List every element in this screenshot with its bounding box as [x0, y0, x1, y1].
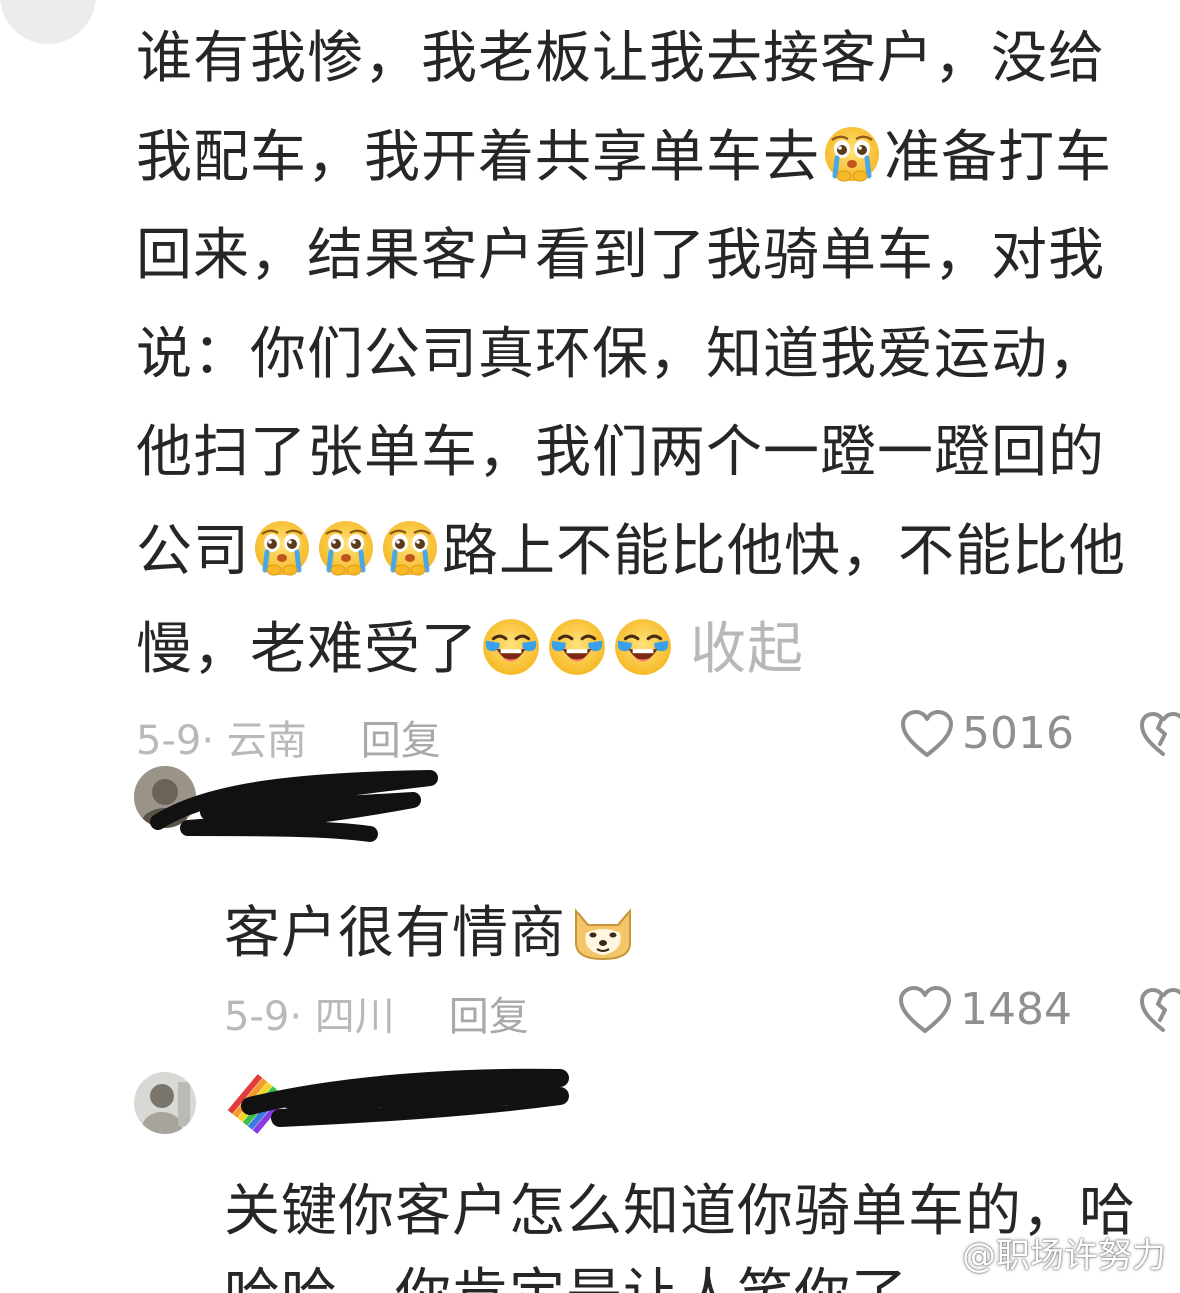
- comment-line: 说：你们公司真环保，知道我爱运动，: [136, 321, 1105, 387]
- reply-text-line: 哈哈，你肯定是让人笑你了: [224, 1258, 924, 1293]
- comment-meta: 5-9· 云南 回复: [136, 708, 441, 766]
- like-count: 5016: [962, 708, 1074, 759]
- avatar-photo: [134, 766, 196, 828]
- reply-button[interactable]: 回复: [449, 994, 529, 1040]
- comment-meta: 5-9· 四川 回复: [224, 984, 529, 1042]
- reply-text-clipped: 哈哈，你肯定是让人笑你了: [224, 1258, 924, 1293]
- like-count: 1484: [960, 984, 1072, 1035]
- like-button[interactable]: 5016: [900, 708, 1074, 759]
- comment-line: 回来，结果客户看到了我骑单车，对我: [136, 223, 1105, 288]
- weibo-icon: [911, 1239, 954, 1269]
- comment-line: 我配车，我开着共享单车去 准备打车: [136, 124, 1112, 190]
- comment-line: 他扫了张单车，我们两个一蹬一蹬回的: [136, 420, 1105, 485]
- pleading-cry-emoji: [252, 518, 312, 578]
- watermark: @职场许努力: [910, 1228, 1166, 1277]
- date-location: 5-9· 云南: [136, 718, 307, 764]
- avatar[interactable]: [134, 1072, 196, 1134]
- avatar[interactable]: [0, 0, 96, 44]
- pleading-cry-emoji: [822, 124, 882, 184]
- broken-heart-icon: [1140, 712, 1180, 756]
- comment-line: 谁有我惨，我老板让我去接客户，没给: [136, 26, 1105, 91]
- pleading-cry-emoji: [316, 518, 376, 578]
- broken-heart-icon: [1140, 988, 1180, 1032]
- comment-line: 公司 路上不能比他快，不能比他: [136, 518, 1126, 584]
- watermark-text: @职场许努力: [962, 1236, 1166, 1276]
- heart-icon: [901, 709, 953, 757]
- dislike-button[interactable]: [1138, 710, 1180, 760]
- avatar-photo: [134, 1072, 196, 1134]
- loudly-crying-emoji: [546, 616, 608, 678]
- redaction-scribble: [227, 1068, 569, 1134]
- comment-line: 慢，老难受了 收起: [136, 616, 804, 682]
- dislike-button[interactable]: [1138, 986, 1180, 1036]
- pleading-cry-emoji: [380, 518, 440, 578]
- collapse-link[interactable]: 收起: [690, 617, 804, 682]
- avatar[interactable]: [134, 766, 196, 828]
- main-comment-body: 谁有我惨，我老板让我去接客户，没给 我配车，我开着共享单车去 准备打车 回来，结果…: [136, 10, 1176, 700]
- reply-button[interactable]: 回复: [361, 718, 441, 764]
- loudly-crying-emoji: [480, 616, 542, 678]
- heart-icon: [899, 985, 951, 1033]
- like-button[interactable]: 1484: [898, 984, 1072, 1035]
- doge-emoji: [568, 903, 638, 963]
- date-location: 5-9· 四川: [224, 994, 395, 1040]
- loudly-crying-emoji: [612, 616, 674, 678]
- reply-text: 客户很有情商: [224, 888, 640, 969]
